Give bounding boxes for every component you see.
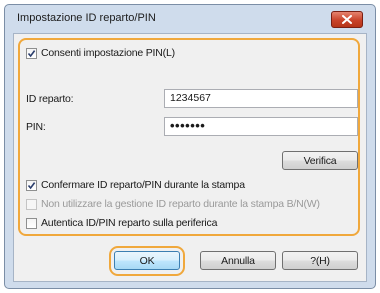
ok-button[interactable]: OK bbox=[114, 251, 180, 270]
pin-input[interactable]: ••••••• bbox=[164, 117, 358, 136]
allow-pin-checkbox[interactable] bbox=[26, 47, 37, 59]
dialog-title: Impostazione ID reparto/PIN bbox=[17, 12, 156, 24]
dialog-window: Impostazione ID reparto/PIN Consenti imp… bbox=[4, 4, 376, 289]
dept-id-input[interactable]: 1234567 bbox=[164, 89, 358, 108]
disable-bw-label: Non utilizzare la gestione ID reparto du… bbox=[41, 198, 320, 210]
pin-label: PIN: bbox=[26, 121, 46, 133]
allow-pin-label: Consenti impostazione PIN(L) bbox=[41, 47, 175, 59]
checkmark-icon bbox=[27, 181, 36, 189]
confirm-on-print-option[interactable]: Confermare ID reparto/PIN durante la sta… bbox=[26, 179, 245, 191]
cancel-button[interactable]: Annulla bbox=[200, 251, 276, 270]
confirm-on-print-label: Confermare ID reparto/PIN durante la sta… bbox=[41, 179, 245, 191]
title-bar[interactable]: Impostazione ID reparto/PIN bbox=[5, 5, 375, 33]
close-icon bbox=[342, 15, 352, 24]
dept-id-label: ID reparto: bbox=[26, 93, 74, 105]
allow-pin-option[interactable]: Consenti impostazione PIN(L) bbox=[26, 47, 175, 59]
verify-button[interactable]: Verifica bbox=[282, 151, 358, 170]
dialog-content: Consenti impostazione PIN(L) ID reparto:… bbox=[13, 33, 367, 282]
disable-bw-option: Non utilizzare la gestione ID reparto du… bbox=[26, 198, 320, 210]
auth-device-checkbox[interactable] bbox=[26, 217, 37, 229]
help-button[interactable]: ?(H) bbox=[282, 251, 358, 270]
auth-device-label: Autentica ID/PIN reparto sulla periferic… bbox=[41, 217, 218, 229]
disable-bw-checkbox bbox=[26, 198, 37, 210]
auth-device-option[interactable]: Autentica ID/PIN reparto sulla periferic… bbox=[26, 217, 217, 229]
checkmark-icon bbox=[27, 49, 36, 57]
close-button[interactable] bbox=[331, 11, 363, 28]
confirm-on-print-checkbox[interactable] bbox=[26, 179, 37, 191]
